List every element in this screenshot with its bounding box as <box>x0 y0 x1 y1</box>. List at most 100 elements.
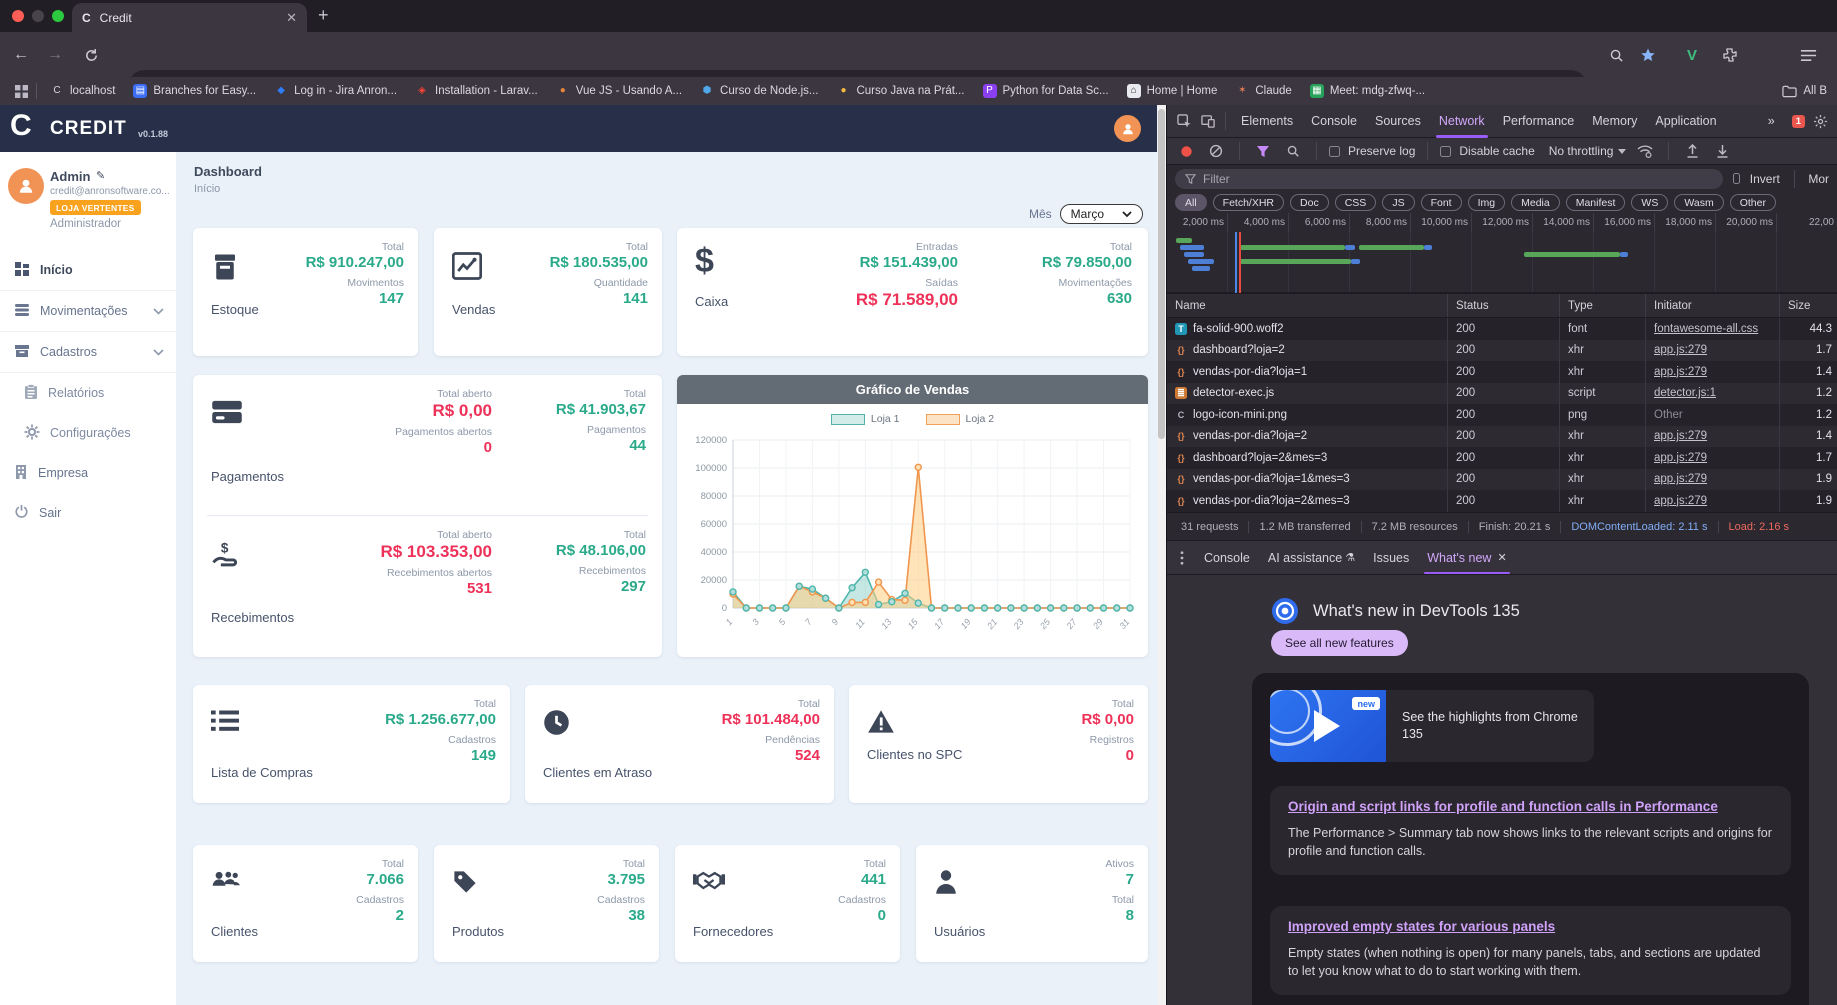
new-tab-button[interactable]: + <box>318 5 329 26</box>
network-request-row[interactable]: Clogo-icon-mini.png 200 png Other 1.2 <box>1167 404 1837 426</box>
preserve-log-label[interactable]: Preserve log <box>1348 144 1415 158</box>
network-request-row[interactable]: ≣ detector-exec.js 200 script detector.js:1 1… <box>1167 382 1837 404</box>
bookmark-item[interactable]: ◆ Log in - Jira Anron... <box>265 84 406 98</box>
sidebar-item-configuracoes[interactable]: Configurações <box>0 413 176 453</box>
play-icon[interactable] <box>1314 710 1340 742</box>
window-close-button[interactable] <box>12 10 24 22</box>
initiator-link[interactable]: app.js:279 <box>1654 430 1707 442</box>
drawer-tab-aiassistance[interactable]: AI assistance ⚗ <box>1259 541 1364 574</box>
back-button[interactable]: ← <box>10 44 32 66</box>
devtools-tab-memory[interactable]: Memory <box>1583 105 1646 138</box>
network-request-row[interactable]: {} vendas-por-dia?loja=1&mes=3 200 xhr app.j… <box>1167 468 1837 490</box>
network-request-row[interactable]: {} dashboard?loja=2&mes=3 200 xhr app.js:279… <box>1167 447 1837 469</box>
bookmark-item[interactable]: ⬢ Curso de Node.js... <box>691 84 827 98</box>
column-header-type[interactable]: Type <box>1560 294 1646 317</box>
export-har-icon[interactable] <box>1711 140 1733 162</box>
invert-checkbox[interactable] <box>1733 173 1740 184</box>
month-select[interactable]: Março <box>1059 204 1143 224</box>
highlights-video-card[interactable]: new See the highlights from Chrome 135 <box>1270 690 1594 762</box>
disable-cache-label[interactable]: Disable cache <box>1459 144 1534 158</box>
column-header-status[interactable]: Status <box>1448 294 1560 317</box>
bookmark-item[interactable]: P Python for Data Sc... <box>974 84 1118 98</box>
request-name[interactable]: Clogo-icon-mini.png <box>1167 404 1448 426</box>
network-filter-input[interactable]: Filter <box>1175 168 1723 189</box>
request-name[interactable]: {} dashboard?loja=2&mes=3 <box>1167 447 1448 469</box>
bookmark-item[interactable]: ◈ Installation - Larav... <box>406 84 547 98</box>
devtools-tab-performance[interactable]: Performance <box>1494 105 1584 138</box>
initiator-link[interactable]: fontawesome-all.css <box>1654 323 1758 335</box>
drawer-menu-icon[interactable] <box>1171 547 1193 569</box>
network-conditions-icon[interactable] <box>1634 140 1656 162</box>
sidebar-item-sair[interactable]: Sair <box>0 493 176 533</box>
network-request-row[interactable]: {} vendas-por-dia?loja=1 200 xhr app.js:279 1… <box>1167 361 1837 383</box>
v-extension-icon[interactable]: V <box>1681 44 1703 66</box>
initiator-link[interactable]: app.js:279 <box>1654 366 1707 378</box>
extensions-puzzle-icon[interactable] <box>1719 44 1741 66</box>
error-badge[interactable]: 1 <box>1791 114 1805 128</box>
feature-link[interactable]: Improved empty states for various panels <box>1288 919 1555 934</box>
filter-chip-wasm[interactable]: Wasm <box>1674 194 1724 211</box>
column-header-name[interactable]: Name <box>1167 294 1448 317</box>
request-name[interactable]: Tfa-solid-900.woff2 <box>1167 318 1448 340</box>
request-name[interactable]: {} vendas-por-dia?loja=1 <box>1167 361 1448 383</box>
filter-chip-manifest[interactable]: Manifest <box>1565 194 1626 211</box>
filter-chip-fetchxhr[interactable]: Fetch/XHR <box>1212 194 1285 211</box>
filter-chip-css[interactable]: CSS <box>1334 194 1377 211</box>
request-name[interactable]: {} vendas-por-dia?loja=2 <box>1167 425 1448 447</box>
browser-tab[interactable]: C Credit ✕ <box>72 3 307 32</box>
sidebar-item-inicio[interactable]: Início <box>0 250 176 290</box>
feature-link[interactable]: Origin and script links for profile and … <box>1288 799 1718 814</box>
drawer-tab-console[interactable]: Console <box>1195 541 1259 574</box>
see-all-features-button[interactable]: See all new features <box>1271 630 1408 656</box>
device-toolbar-icon[interactable] <box>1197 110 1219 132</box>
drawer-tab-issues[interactable]: Issues <box>1364 541 1418 574</box>
sidebar-item-relatorios[interactable]: Relatórios <box>0 373 176 413</box>
tab-close-icon[interactable]: ✕ <box>286 10 297 26</box>
bookmark-item[interactable]: ● Curso Java na Prát... <box>827 84 973 98</box>
clear-network-log-icon[interactable] <box>1205 140 1227 162</box>
bookmark-star-icon[interactable] <box>1637 44 1659 66</box>
devtools-tab-application[interactable]: Application <box>1646 105 1725 138</box>
sidebar-item-movimentacoes[interactable]: Movimentações <box>0 291 176 331</box>
filter-chip-all[interactable]: All <box>1175 194 1207 211</box>
filter-chip-font[interactable]: Font <box>1420 194 1462 211</box>
initiator-link[interactable]: app.js:279 <box>1654 344 1707 356</box>
initiator-link[interactable]: app.js:279 <box>1654 495 1707 507</box>
more-filters-label[interactable]: Mor <box>1808 172 1829 186</box>
bookmark-item[interactable]: ▦ Meet: mdg-zfwq-... <box>1301 84 1434 98</box>
filter-chip-other[interactable]: Other <box>1729 194 1776 211</box>
bookmark-item[interactable]: ▤ Branches for Easy... <box>124 84 265 98</box>
window-minimize-button[interactable] <box>32 10 44 22</box>
disable-cache-checkbox[interactable] <box>1440 145 1452 157</box>
filter-chip-img[interactable]: Img <box>1467 194 1506 211</box>
edit-profile-icon[interactable]: ✎ <box>96 169 105 182</box>
initiator-link[interactable]: app.js:279 <box>1654 452 1707 464</box>
apps-grid-icon[interactable] <box>10 80 32 102</box>
inspect-element-icon[interactable] <box>1173 110 1195 132</box>
network-overview[interactable] <box>1167 232 1837 293</box>
network-request-row[interactable]: {} vendas-por-dia?loja=2 200 xhr app.js:279 1… <box>1167 425 1837 447</box>
invert-label[interactable]: Invert <box>1750 172 1780 186</box>
filter-chip-js[interactable]: JS <box>1382 194 1415 211</box>
sidebar-item-empresa[interactable]: Empresa <box>0 453 176 493</box>
record-network-log-icon[interactable] <box>1175 140 1197 162</box>
filter-chip-media[interactable]: Media <box>1511 194 1560 211</box>
all-bookmarks-button[interactable]: All B <box>1782 85 1827 98</box>
sidebar-item-cadastros[interactable]: Cadastros <box>0 332 176 372</box>
page-scrollbar[interactable] <box>1157 105 1166 1005</box>
request-name[interactable]: {} vendas-por-dia?loja=2&mes=3 <box>1167 490 1448 512</box>
network-request-row[interactable]: Tfa-solid-900.woff2 200 font fontawesome-al… <box>1167 318 1837 340</box>
close-drawer-tab-icon[interactable]: ✕ <box>1497 551 1506 564</box>
filter-chip-ws[interactable]: WS <box>1631 194 1669 211</box>
bookmark-item[interactable]: ● Vue JS - Usando A... <box>547 84 691 98</box>
more-tabs-button[interactable]: » <box>1759 105 1784 138</box>
filter-funnel-icon[interactable] <box>1252 140 1274 162</box>
network-search-icon[interactable] <box>1282 140 1304 162</box>
devtools-tab-elements[interactable]: Elements <box>1232 105 1302 138</box>
preserve-log-checkbox[interactable] <box>1329 145 1340 157</box>
column-header-size[interactable]: Size <box>1780 294 1837 317</box>
devtools-tab-console[interactable]: Console <box>1302 105 1366 138</box>
devtools-tab-network[interactable]: Network <box>1430 105 1494 138</box>
devtools-settings-gear-icon[interactable] <box>1809 110 1831 132</box>
network-request-row[interactable]: {} dashboard?loja=2 200 xhr app.js:279 1.7 <box>1167 339 1837 361</box>
